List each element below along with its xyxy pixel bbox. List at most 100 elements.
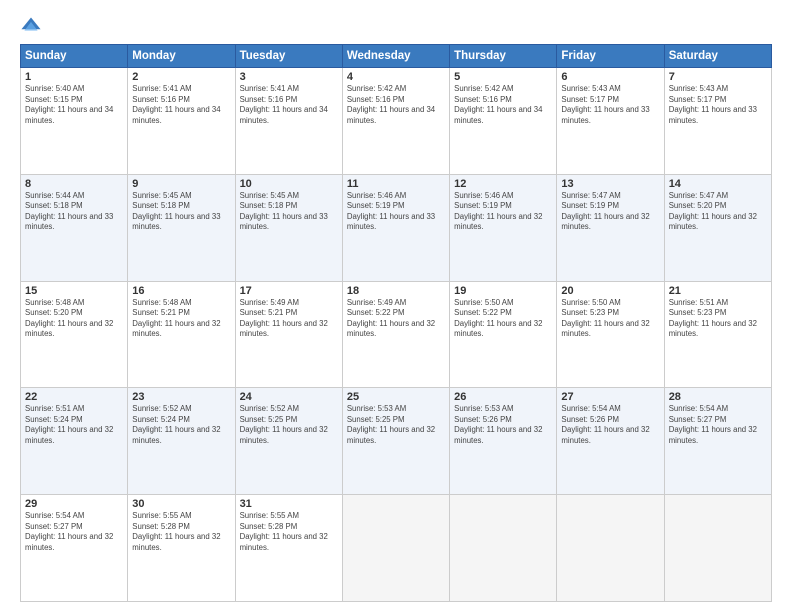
day-number: 11 bbox=[347, 178, 445, 190]
day-info: Sunrise: 5:49 AMSunset: 5:22 PMDaylight:… bbox=[347, 298, 445, 340]
day-info: Sunrise: 5:52 AMSunset: 5:25 PMDaylight:… bbox=[240, 404, 338, 446]
table-row: 27Sunrise: 5:54 AMSunset: 5:26 PMDayligh… bbox=[557, 388, 664, 495]
day-number: 20 bbox=[561, 285, 659, 297]
day-number: 13 bbox=[561, 178, 659, 190]
table-row: 31Sunrise: 5:55 AMSunset: 5:28 PMDayligh… bbox=[235, 495, 342, 602]
day-number: 4 bbox=[347, 71, 445, 83]
day-info: Sunrise: 5:55 AMSunset: 5:28 PMDaylight:… bbox=[240, 511, 338, 553]
day-number: 3 bbox=[240, 71, 338, 83]
table-row: 23Sunrise: 5:52 AMSunset: 5:24 PMDayligh… bbox=[128, 388, 235, 495]
day-info: Sunrise: 5:52 AMSunset: 5:24 PMDaylight:… bbox=[132, 404, 230, 446]
day-number: 25 bbox=[347, 391, 445, 403]
day-number: 12 bbox=[454, 178, 552, 190]
day-number: 27 bbox=[561, 391, 659, 403]
day-number: 31 bbox=[240, 498, 338, 510]
day-number: 22 bbox=[25, 391, 123, 403]
day-number: 17 bbox=[240, 285, 338, 297]
day-info: Sunrise: 5:54 AMSunset: 5:27 PMDaylight:… bbox=[25, 511, 123, 553]
day-number: 29 bbox=[25, 498, 123, 510]
calendar-table: Sunday Monday Tuesday Wednesday Thursday… bbox=[20, 44, 772, 602]
table-row: 30Sunrise: 5:55 AMSunset: 5:28 PMDayligh… bbox=[128, 495, 235, 602]
logo bbox=[20, 16, 46, 38]
table-row: 18Sunrise: 5:49 AMSunset: 5:22 PMDayligh… bbox=[342, 281, 449, 388]
day-info: Sunrise: 5:45 AMSunset: 5:18 PMDaylight:… bbox=[132, 191, 230, 233]
day-info: Sunrise: 5:55 AMSunset: 5:28 PMDaylight:… bbox=[132, 511, 230, 553]
table-row: 3Sunrise: 5:41 AMSunset: 5:16 PMDaylight… bbox=[235, 68, 342, 175]
table-row: 22Sunrise: 5:51 AMSunset: 5:24 PMDayligh… bbox=[21, 388, 128, 495]
day-number: 10 bbox=[240, 178, 338, 190]
table-row: 8Sunrise: 5:44 AMSunset: 5:18 PMDaylight… bbox=[21, 174, 128, 281]
day-number: 18 bbox=[347, 285, 445, 297]
table-row bbox=[664, 495, 771, 602]
day-number: 7 bbox=[669, 71, 767, 83]
table-row bbox=[342, 495, 449, 602]
table-row: 9Sunrise: 5:45 AMSunset: 5:18 PMDaylight… bbox=[128, 174, 235, 281]
table-row: 6Sunrise: 5:43 AMSunset: 5:17 PMDaylight… bbox=[557, 68, 664, 175]
table-row: 1Sunrise: 5:40 AMSunset: 5:15 PMDaylight… bbox=[21, 68, 128, 175]
day-info: Sunrise: 5:53 AMSunset: 5:26 PMDaylight:… bbox=[454, 404, 552, 446]
table-row: 10Sunrise: 5:45 AMSunset: 5:18 PMDayligh… bbox=[235, 174, 342, 281]
table-row: 29Sunrise: 5:54 AMSunset: 5:27 PMDayligh… bbox=[21, 495, 128, 602]
day-info: Sunrise: 5:50 AMSunset: 5:23 PMDaylight:… bbox=[561, 298, 659, 340]
table-row: 7Sunrise: 5:43 AMSunset: 5:17 PMDaylight… bbox=[664, 68, 771, 175]
day-info: Sunrise: 5:48 AMSunset: 5:20 PMDaylight:… bbox=[25, 298, 123, 340]
day-number: 9 bbox=[132, 178, 230, 190]
day-info: Sunrise: 5:51 AMSunset: 5:23 PMDaylight:… bbox=[669, 298, 767, 340]
col-friday: Friday bbox=[557, 45, 664, 68]
day-number: 8 bbox=[25, 178, 123, 190]
day-info: Sunrise: 5:42 AMSunset: 5:16 PMDaylight:… bbox=[454, 84, 552, 126]
col-monday: Monday bbox=[128, 45, 235, 68]
day-number: 15 bbox=[25, 285, 123, 297]
page: Sunday Monday Tuesday Wednesday Thursday… bbox=[0, 0, 792, 612]
day-number: 28 bbox=[669, 391, 767, 403]
day-info: Sunrise: 5:43 AMSunset: 5:17 PMDaylight:… bbox=[561, 84, 659, 126]
day-number: 24 bbox=[240, 391, 338, 403]
table-row: 17Sunrise: 5:49 AMSunset: 5:21 PMDayligh… bbox=[235, 281, 342, 388]
calendar-header-row: Sunday Monday Tuesday Wednesday Thursday… bbox=[21, 45, 772, 68]
table-row: 16Sunrise: 5:48 AMSunset: 5:21 PMDayligh… bbox=[128, 281, 235, 388]
day-number: 19 bbox=[454, 285, 552, 297]
col-saturday: Saturday bbox=[664, 45, 771, 68]
day-number: 16 bbox=[132, 285, 230, 297]
day-number: 14 bbox=[669, 178, 767, 190]
day-info: Sunrise: 5:41 AMSunset: 5:16 PMDaylight:… bbox=[132, 84, 230, 126]
table-row: 4Sunrise: 5:42 AMSunset: 5:16 PMDaylight… bbox=[342, 68, 449, 175]
day-number: 21 bbox=[669, 285, 767, 297]
day-info: Sunrise: 5:42 AMSunset: 5:16 PMDaylight:… bbox=[347, 84, 445, 126]
day-number: 1 bbox=[25, 71, 123, 83]
day-info: Sunrise: 5:47 AMSunset: 5:19 PMDaylight:… bbox=[561, 191, 659, 233]
table-row bbox=[557, 495, 664, 602]
day-info: Sunrise: 5:47 AMSunset: 5:20 PMDaylight:… bbox=[669, 191, 767, 233]
table-row: 15Sunrise: 5:48 AMSunset: 5:20 PMDayligh… bbox=[21, 281, 128, 388]
col-wednesday: Wednesday bbox=[342, 45, 449, 68]
day-info: Sunrise: 5:44 AMSunset: 5:18 PMDaylight:… bbox=[25, 191, 123, 233]
day-info: Sunrise: 5:41 AMSunset: 5:16 PMDaylight:… bbox=[240, 84, 338, 126]
day-number: 5 bbox=[454, 71, 552, 83]
calendar-week-row: 29Sunrise: 5:54 AMSunset: 5:27 PMDayligh… bbox=[21, 495, 772, 602]
day-number: 30 bbox=[132, 498, 230, 510]
day-number: 2 bbox=[132, 71, 230, 83]
day-info: Sunrise: 5:53 AMSunset: 5:25 PMDaylight:… bbox=[347, 404, 445, 446]
table-row: 21Sunrise: 5:51 AMSunset: 5:23 PMDayligh… bbox=[664, 281, 771, 388]
day-info: Sunrise: 5:54 AMSunset: 5:26 PMDaylight:… bbox=[561, 404, 659, 446]
day-info: Sunrise: 5:46 AMSunset: 5:19 PMDaylight:… bbox=[347, 191, 445, 233]
table-row: 28Sunrise: 5:54 AMSunset: 5:27 PMDayligh… bbox=[664, 388, 771, 495]
day-number: 23 bbox=[132, 391, 230, 403]
col-tuesday: Tuesday bbox=[235, 45, 342, 68]
table-row: 14Sunrise: 5:47 AMSunset: 5:20 PMDayligh… bbox=[664, 174, 771, 281]
header bbox=[20, 16, 772, 38]
day-number: 6 bbox=[561, 71, 659, 83]
table-row: 24Sunrise: 5:52 AMSunset: 5:25 PMDayligh… bbox=[235, 388, 342, 495]
table-row: 2Sunrise: 5:41 AMSunset: 5:16 PMDaylight… bbox=[128, 68, 235, 175]
day-info: Sunrise: 5:54 AMSunset: 5:27 PMDaylight:… bbox=[669, 404, 767, 446]
col-thursday: Thursday bbox=[450, 45, 557, 68]
table-row: 26Sunrise: 5:53 AMSunset: 5:26 PMDayligh… bbox=[450, 388, 557, 495]
table-row bbox=[450, 495, 557, 602]
table-row: 12Sunrise: 5:46 AMSunset: 5:19 PMDayligh… bbox=[450, 174, 557, 281]
col-sunday: Sunday bbox=[21, 45, 128, 68]
calendar-week-row: 1Sunrise: 5:40 AMSunset: 5:15 PMDaylight… bbox=[21, 68, 772, 175]
day-info: Sunrise: 5:51 AMSunset: 5:24 PMDaylight:… bbox=[25, 404, 123, 446]
day-info: Sunrise: 5:43 AMSunset: 5:17 PMDaylight:… bbox=[669, 84, 767, 126]
day-info: Sunrise: 5:49 AMSunset: 5:21 PMDaylight:… bbox=[240, 298, 338, 340]
table-row: 11Sunrise: 5:46 AMSunset: 5:19 PMDayligh… bbox=[342, 174, 449, 281]
